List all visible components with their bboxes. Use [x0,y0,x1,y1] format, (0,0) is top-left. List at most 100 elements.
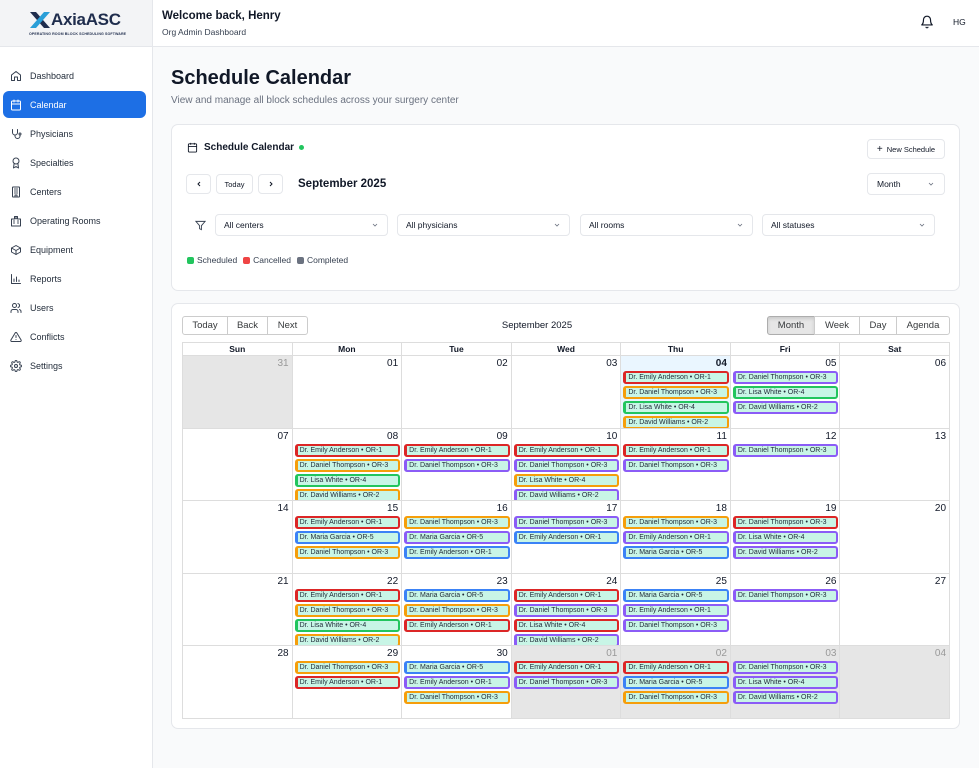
calendar-event[interactable]: Dr. Emily Anderson • OR-1 [623,661,729,674]
sidebar-item-reports[interactable]: Reports [3,265,146,292]
view-select[interactable]: Month [867,173,945,195]
calendar-event[interactable]: Dr. Emily Anderson • OR-1 [623,603,729,617]
day-number[interactable]: 26 [731,574,840,589]
day-number[interactable]: 25 [621,574,730,589]
day-number[interactable]: 30 [402,646,511,661]
day-number[interactable]: 24 [512,574,621,589]
calendar-event[interactable]: Dr. Daniel Thompson • OR-3 [404,458,510,472]
calendar-event[interactable]: Dr. Daniel Thompson • OR-3 [404,516,510,529]
day-number[interactable]: 01 [293,356,402,371]
calendar-event[interactable]: Dr. Daniel Thompson • OR-3 [513,458,620,472]
day-number[interactable]: 16 [402,501,511,516]
calendar-event[interactable]: Dr. Daniel Thompson • OR-3 [513,603,620,617]
day-cell[interactable]: 25 Dr. Maria Garcia • OR-5 Dr. Emily Ander… [620,573,730,645]
calendar-view-agenda-button[interactable]: Agenda [896,316,950,335]
calendar-today-button[interactable]: Today [182,316,228,335]
calendar-event[interactable]: Dr. Emily Anderson • OR-1 [513,531,620,544]
sidebar-item-equipment[interactable]: Equipment [3,236,146,263]
day-cell[interactable]: 01 [291,356,402,428]
calendar-event[interactable]: Dr. Daniel Thompson • OR-3 [732,516,839,529]
calendar-event[interactable]: Dr. Lisa White • OR-4 [294,618,401,632]
day-number[interactable]: 04 [840,646,949,661]
calendar-event[interactable]: Dr. Emily Anderson • OR-1 [513,443,620,457]
day-cell[interactable]: 14 [183,501,292,573]
calendar-event[interactable]: Dr. Maria Garcia • OR-5 [404,588,510,602]
day-number[interactable]: 23 [402,574,511,589]
day-cell[interactable]: 06 [839,356,949,428]
day-cell[interactable]: 23 Dr. Maria Garcia • OR-5 Dr. Daniel Thom… [401,573,511,645]
day-number[interactable]: 28 [183,646,292,661]
calendar-view-week-button[interactable]: Week [814,316,860,335]
day-cell[interactable]: 18 Dr. Daniel Thompson • OR-3 Dr. Emily An… [620,501,730,573]
day-number[interactable]: 21 [183,574,292,589]
day-number[interactable]: 20 [840,501,949,516]
day-number[interactable]: 09 [402,429,511,444]
day-cell[interactable]: 16 Dr. Daniel Thompson • OR-3 Dr. Maria Ga… [401,501,511,573]
calendar-event[interactable]: Dr. Daniel Thompson • OR-3 [732,588,839,602]
calendar-event[interactable]: Dr. Maria Garcia • OR-5 [623,588,729,602]
day-cell[interactable]: 24 Dr. Emily Anderson • OR-1 Dr. Daniel Th… [510,573,621,645]
day-number[interactable]: 01 [512,646,621,661]
new-schedule-button[interactable]: + New Schedule [867,139,945,159]
calendar-event[interactable]: Dr. David Williams • OR-2 [294,633,401,645]
day-cell[interactable]: 11 Dr. Emily Anderson • OR-1 Dr. Daniel Th… [620,428,730,500]
sidebar-item-operating-rooms[interactable]: Operating Rooms [3,207,146,234]
day-cell[interactable]: 13 [839,428,949,500]
calendar-event[interactable]: Dr. Daniel Thompson • OR-3 [623,458,729,472]
day-number[interactable]: 22 [293,574,402,589]
calendar-event[interactable]: Dr. Daniel Thompson • OR-3 [623,516,729,529]
user-avatar[interactable]: HG [953,17,966,27]
calendar-event[interactable]: Dr. Daniel Thompson • OR-3 [294,458,401,472]
sidebar-item-settings[interactable]: Settings [3,352,146,379]
today-button[interactable]: Today [216,174,253,194]
day-cell[interactable]: 21 [183,574,292,646]
calendar-event[interactable]: Dr. Lisa White • OR-4 [513,473,620,487]
calendar-event[interactable]: Dr. Maria Garcia • OR-5 [404,531,510,544]
day-cell[interactable]: 20 [839,501,949,573]
day-cell[interactable]: 09 Dr. Emily Anderson • OR-1 Dr. Daniel Th… [401,428,511,500]
calendar-event[interactable]: Dr. Lisa White • OR-4 [623,401,729,414]
calendar-event[interactable]: Dr. Daniel Thompson • OR-3 [732,371,839,384]
calendar-event[interactable]: Dr. Daniel Thompson • OR-3 [623,691,729,704]
calendar-event[interactable]: Dr. Daniel Thompson • OR-3 [404,603,510,617]
calendar-event[interactable]: Dr. Daniel Thompson • OR-3 [623,618,729,632]
sidebar-item-dashboard[interactable]: Dashboard [3,62,146,89]
day-number[interactable]: 27 [840,574,949,589]
calendar-event[interactable]: Dr. Lisa White • OR-4 [732,386,839,399]
calendar-next-button[interactable]: Next [267,316,308,335]
day-cell[interactable]: 28 [183,646,292,718]
sidebar-item-conflicts[interactable]: Conflicts [3,323,146,350]
calendar-event[interactable]: Dr. Emily Anderson • OR-1 [513,588,620,602]
calendar-event[interactable]: Dr. Emily Anderson • OR-1 [294,443,401,457]
day-number[interactable]: 02 [621,646,730,661]
sidebar-item-specialties[interactable]: Specialties [3,149,146,176]
calendar-event[interactable]: Dr. Emily Anderson • OR-1 [404,546,510,559]
calendar-event[interactable]: Dr. Daniel Thompson • OR-3 [404,691,510,704]
day-number[interactable]: 04 [621,356,730,371]
calendar-event[interactable]: Dr. Maria Garcia • OR-5 [623,546,729,559]
day-number[interactable]: 07 [183,429,292,444]
calendar-event[interactable]: Dr. Emily Anderson • OR-1 [294,516,401,529]
calendar-view-day-button[interactable]: Day [859,316,897,335]
day-cell[interactable]: 10 Dr. Emily Anderson • OR-1 Dr. Daniel Th… [510,428,621,500]
filter-select-2[interactable]: All physicians [397,214,570,236]
day-cell[interactable]: 30 Dr. Maria Garcia • OR-5 Dr. Emily Ander… [401,646,511,718]
day-number[interactable]: 03 [731,646,840,661]
calendar-event[interactable]: Dr. David Williams • OR-2 [513,633,620,645]
day-number[interactable]: 14 [183,501,292,516]
calendar-back-button[interactable]: Back [227,316,268,335]
sidebar-item-physicians[interactable]: Physicians [3,120,146,147]
calendar-event[interactable]: Dr. David Williams • OR-2 [623,416,729,428]
filter-select-4[interactable]: All statuses [762,214,935,236]
calendar-event[interactable]: Dr. Emily Anderson • OR-1 [623,443,729,457]
calendar-event[interactable]: Dr. Maria Garcia • OR-5 [623,676,729,689]
calendar-event[interactable]: Dr. Daniel Thompson • OR-3 [513,676,620,689]
calendar-event[interactable]: Dr. David Williams • OR-2 [732,401,839,414]
day-cell[interactable]: 31 [183,356,292,428]
calendar-event[interactable]: Dr. Lisa White • OR-4 [294,473,401,487]
day-number[interactable]: 10 [512,429,621,444]
day-cell[interactable]: 04 [839,646,950,718]
filter-select-3[interactable]: All rooms [580,214,753,236]
day-number[interactable]: 18 [621,501,730,516]
day-cell[interactable]: 17 Dr. Daniel Thompson • OR-3 Dr. Emily An… [510,501,621,573]
